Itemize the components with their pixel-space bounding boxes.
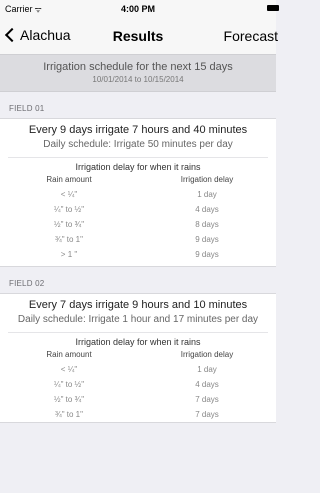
- table-row: > 1 " 9 days: [0, 247, 276, 262]
- battery-icon: [267, 5, 279, 11]
- field-02-daily: Daily schedule: Irrigate 1 hour and 17 m…: [8, 311, 268, 333]
- field-01-delay-title: Irrigation delay for when it rains: [75, 162, 201, 172]
- rain-amount-cell: ¾" to 1": [55, 235, 83, 244]
- table-row: ¼" to ½" 4 days: [0, 377, 276, 392]
- rain-amount-cell: ¼" to ½": [53, 380, 85, 389]
- table-row: ½" to ¾" 8 days: [0, 217, 276, 232]
- rain-amount-cell: ¾" to 1": [55, 410, 83, 419]
- column-rain-amount: Rain amount: [46, 350, 92, 359]
- status-bar: Carrier ᯤ 4:00 PM: [0, 0, 279, 18]
- field-01-schedule: Every 9 days irrigate 7 hours and 40 min…: [28, 124, 248, 136]
- delay-cell: 1 day: [197, 365, 217, 374]
- table-row: ¼" to ½" 4 days: [0, 202, 276, 217]
- delay-cell: 8 days: [195, 220, 219, 229]
- field-02-delay-title: Irrigation delay for when it rains: [75, 337, 201, 347]
- table-row: ½" to ¾" 7 days: [0, 392, 276, 407]
- column-irrigation-delay: Irrigation delay: [180, 175, 234, 184]
- delay-cell: 4 days: [195, 205, 219, 214]
- table-row: < ¼" 1 day: [0, 187, 276, 202]
- field-01-daily: Daily schedule: Irrigate 50 minutes per …: [8, 136, 268, 158]
- delay-cell: 9 days: [195, 250, 219, 259]
- table-row: ¾" to 1" 7 days: [0, 407, 276, 422]
- field-02-card: Every 7 days irrigate 9 hours and 10 min…: [0, 293, 276, 423]
- rain-amount-cell: > 1 ": [60, 250, 78, 259]
- field-01-header: FIELD 01: [9, 104, 45, 113]
- rain-amount-cell: ½" to ¾": [53, 395, 85, 404]
- table-row: < ¼" 1 day: [0, 362, 276, 377]
- column-rain-amount: Rain amount: [46, 175, 92, 184]
- delay-cell: 9 days: [195, 235, 219, 244]
- delay-cell: 4 days: [195, 380, 219, 389]
- column-irrigation-delay: Irrigation delay: [180, 350, 234, 359]
- field-01-card: Every 9 days irrigate 7 hours and 40 min…: [0, 118, 276, 267]
- rain-amount-cell: < ¼": [60, 365, 78, 374]
- navigation-bar: Alachua Results Forecast: [0, 18, 278, 55]
- forecast-button[interactable]: Forecast: [224, 28, 278, 44]
- rain-amount-cell: ¼" to ½": [53, 205, 85, 214]
- delay-cell: 7 days: [195, 410, 219, 419]
- delay-cell: 7 days: [195, 395, 219, 404]
- table-row: ¾" to 1" 9 days: [0, 232, 276, 247]
- summary-title: Irrigation schedule for the next 15 days: [43, 61, 233, 73]
- delay-cell: 1 day: [197, 190, 217, 199]
- table-header: Rain amount Irrigation delay: [0, 347, 276, 362]
- schedule-summary: Irrigation schedule for the next 15 days…: [0, 55, 276, 92]
- clock: 4:00 PM: [120, 4, 155, 14]
- table-header: Rain amount Irrigation delay: [0, 172, 276, 187]
- rain-amount-cell: < ¼": [60, 190, 78, 199]
- summary-dates: 10/01/2014 to 10/15/2014: [92, 75, 184, 84]
- field-02-header: FIELD 02: [9, 279, 45, 288]
- field-02-schedule: Every 7 days irrigate 9 hours and 10 min…: [28, 299, 248, 311]
- rain-amount-cell: ½" to ¾": [53, 220, 85, 229]
